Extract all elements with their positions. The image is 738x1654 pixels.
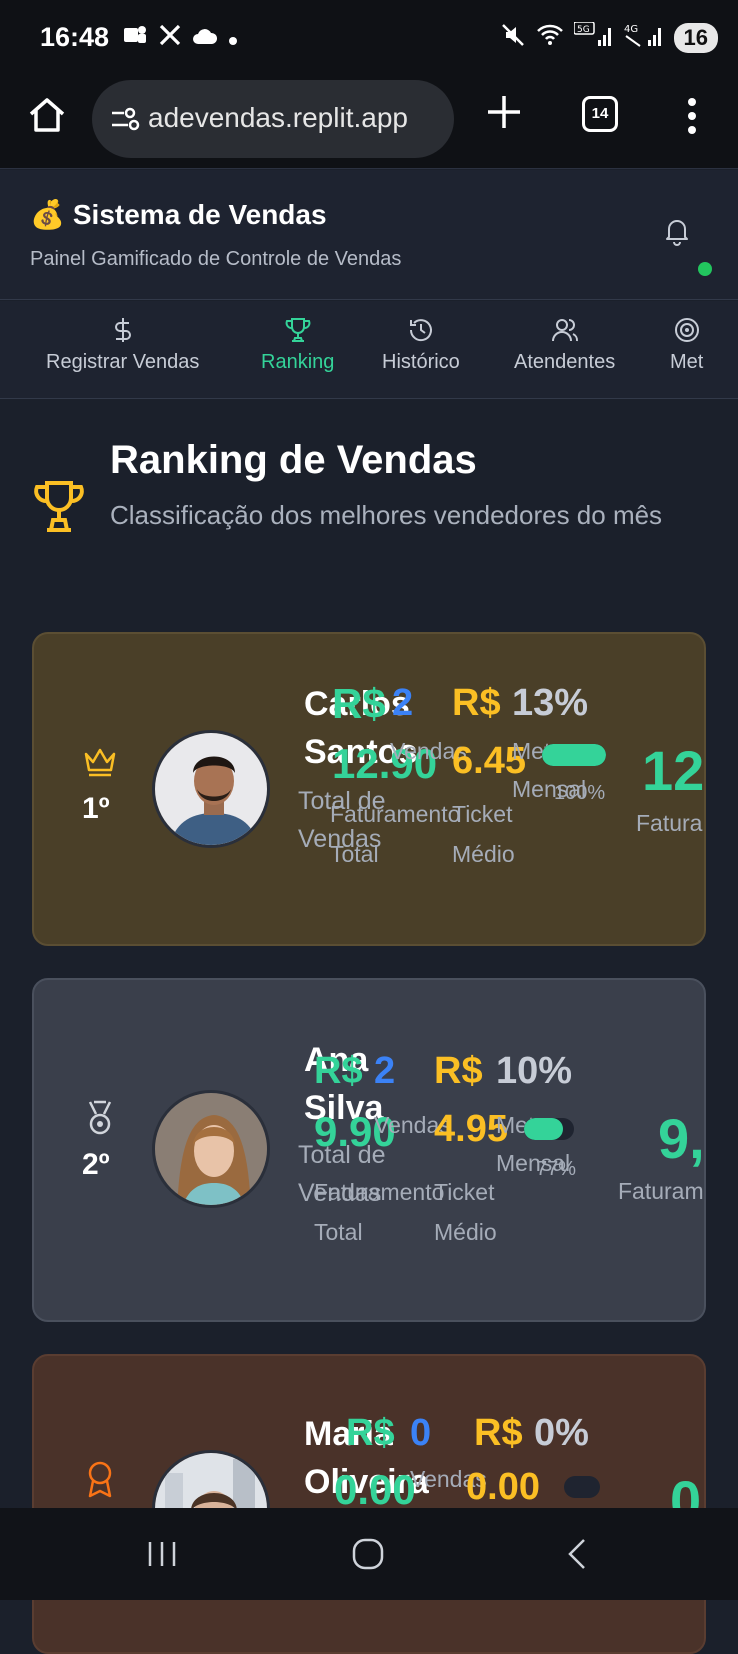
ticket-value: 0.00 (466, 1466, 540, 1508)
x-icon (158, 23, 182, 54)
online-status-dot (698, 262, 712, 276)
tab-label: Registrar Vendas (46, 351, 200, 373)
teams-icon (122, 22, 148, 55)
ranking-card-1[interactable]: 1º Carlos Santos Total de Vendas R$ 12.9… (32, 632, 706, 946)
dollar-icon (111, 315, 135, 345)
app-header: 💰 Sistema de Vendas Painel Gamificado de… (0, 170, 738, 300)
vendas-count: 0 (410, 1412, 432, 1454)
vendas-count: 2 (392, 682, 414, 724)
tab-switcher-button[interactable]: 14 (582, 96, 618, 132)
address-bar[interactable]: adevendas.replit.app (92, 80, 454, 158)
meta-percent: 13% (512, 682, 589, 724)
mute-icon (500, 22, 526, 54)
site-settings-icon[interactable] (110, 104, 140, 134)
page-subtitle: Classificação dos melhores vendedores do… (110, 500, 663, 530)
notification-icons (122, 22, 238, 55)
history-icon (407, 315, 435, 345)
page-title: Ranking de Vendas (110, 438, 477, 482)
currency-symbol: R$ (346, 1412, 395, 1454)
rank-position: 2º (82, 1148, 110, 1181)
faturamento-label: Faturam (636, 810, 704, 836)
currency-symbol: R$ (474, 1412, 523, 1454)
crown-icon (82, 744, 118, 780)
currency-symbol: R$ (332, 680, 386, 727)
home-button-icon[interactable] (350, 1536, 386, 1572)
meta-percent: 10% (496, 1050, 573, 1092)
app-title-text: Sistema de Vendas (72, 198, 327, 230)
tab-label: Ranking (261, 351, 335, 373)
app-title: 💰 Sistema de Vendas (30, 198, 327, 231)
tab-atendentes[interactable]: Atendentes (514, 315, 615, 374)
back-icon[interactable] (560, 1536, 596, 1572)
signal-4g-icon: 4G (624, 22, 664, 54)
browser-toolbar: adevendas.replit.app 14 (0, 74, 738, 169)
big-faturamento: 9,90 (658, 1107, 705, 1170)
new-tab-icon[interactable] (482, 90, 526, 134)
money-bag-icon: 💰 (30, 199, 65, 230)
medal-icon (82, 1100, 118, 1136)
dot-icon (228, 25, 238, 53)
recent-apps-icon[interactable] (144, 1536, 180, 1572)
ticket-label: Ticket Médio (434, 1179, 497, 1245)
tab-label: Atendentes (514, 351, 616, 373)
tab-ranking[interactable]: Ranking (261, 315, 334, 374)
signal-5g-icon: 5G (572, 21, 614, 54)
home-icon[interactable] (26, 94, 68, 136)
battery-indicator: 16 (673, 23, 718, 53)
ranking-card-2[interactable]: 2º Ana Silva Total de Vendas R$ 9.90 Fat… (32, 978, 706, 1322)
trophy-icon (32, 478, 86, 534)
award-icon (82, 1460, 118, 1498)
meta-progress-label: 77% (536, 1158, 577, 1180)
progress-fill (542, 744, 606, 766)
system-navigation-bar (0, 1508, 738, 1600)
tab-label: Met (670, 351, 704, 373)
currency-symbol: R$ (452, 682, 501, 724)
users-icon (551, 315, 579, 345)
meta-progress-bar (524, 1118, 574, 1140)
tab-metas[interactable]: Met (670, 315, 703, 374)
trophy-icon (284, 315, 312, 345)
progress-fill (524, 1118, 563, 1140)
rank-position: 1º (82, 792, 110, 825)
ranking-card-3[interactable]: Maria Oliveira R$ 0.00 0 Vendas R$ 0.00 … (32, 1354, 706, 1654)
target-icon (673, 315, 701, 345)
wifi-icon (536, 23, 564, 53)
cloud-icon (192, 25, 218, 53)
avatar (152, 1090, 270, 1208)
svg-text:4G: 4G (624, 24, 638, 35)
tab-label: Histórico (382, 351, 460, 373)
avatar (152, 730, 270, 848)
big-currency: R$ (702, 1040, 704, 1105)
tab-registrar-vendas[interactable]: Registrar Vendas (46, 315, 199, 374)
meta-progress-bar (542, 744, 606, 766)
faturamento-value: 0.00 (334, 1466, 416, 1513)
svg-text:5G: 5G (577, 25, 590, 35)
system-icons: 5G 4G 16 (500, 21, 718, 54)
nav-tabs: Registrar Vendas Ranking Histórico Atend… (0, 301, 738, 399)
currency-symbol: R$ (434, 1050, 483, 1092)
meta-progress-bar (564, 1476, 600, 1498)
faturamento-label: Faturamen (618, 1178, 704, 1204)
tab-historico[interactable]: Histórico (382, 315, 460, 374)
clock: 16:48 (40, 22, 110, 52)
bell-icon[interactable] (662, 216, 692, 246)
app-subtitle: Painel Gamificado de Controle de Vendas (30, 248, 402, 270)
url-text: adevendas.replit.app (148, 102, 408, 133)
more-menu-icon[interactable] (680, 94, 704, 138)
currency-symbol: R$ (314, 1050, 363, 1092)
vendas-count: 2 (374, 1050, 396, 1092)
meta-percent: 0% (534, 1412, 589, 1454)
status-bar: 16:48 5G 4G 16 (0, 0, 738, 74)
meta-progress-label: 100% (554, 782, 606, 804)
big-faturamento: 12,9 (642, 739, 705, 802)
